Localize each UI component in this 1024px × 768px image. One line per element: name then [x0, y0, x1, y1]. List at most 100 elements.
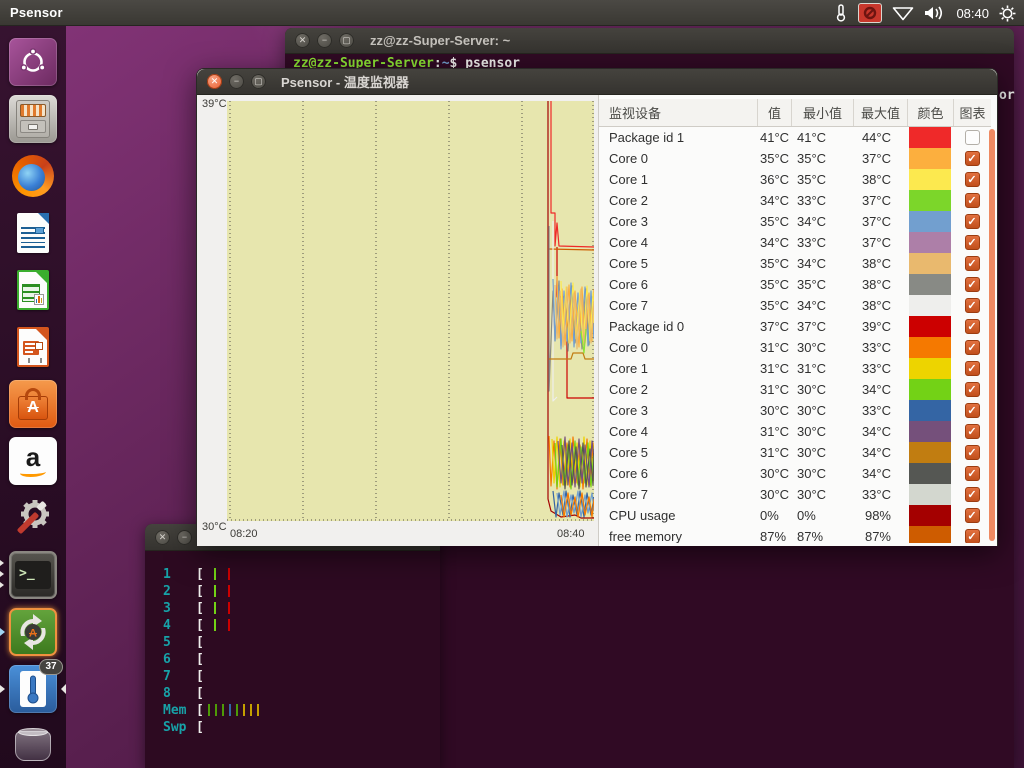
psensor-titlebar[interactable]: ✕ − ▢ Psensor - 温度监视器 [197, 69, 997, 95]
graph-checkbox[interactable] [965, 508, 980, 523]
sensor-row[interactable]: Core 131°C31°C33°C [599, 358, 991, 379]
table-scrollbar[interactable] [989, 129, 995, 541]
sensor-row[interactable]: Core 234°C33°C37°C [599, 190, 991, 211]
sensor-color-cell[interactable] [907, 337, 953, 358]
graph-checkbox[interactable] [965, 277, 980, 292]
sensor-row[interactable]: CPU usage0%0%98% [599, 505, 991, 526]
amazon-launcher-item[interactable]: a [9, 437, 57, 485]
network-icon[interactable] [892, 6, 914, 21]
close-icon[interactable]: ✕ [207, 74, 222, 89]
sensor-color-cell[interactable] [907, 442, 953, 463]
graph-checkbox[interactable] [965, 424, 980, 439]
graph-cell [953, 361, 991, 376]
close-icon[interactable]: ✕ [295, 33, 310, 48]
libreoffice-calc-launcher-item[interactable] [9, 266, 57, 314]
clock[interactable]: 08:40 [956, 6, 989, 21]
files-launcher-item[interactable] [9, 95, 57, 143]
sensor-row[interactable]: Core 431°C30°C34°C [599, 421, 991, 442]
col-header-graph[interactable]: 图表 [953, 99, 991, 126]
sensor-color-cell[interactable] [907, 274, 953, 295]
graph-checkbox[interactable] [965, 214, 980, 229]
sensor-color-cell[interactable] [907, 463, 953, 484]
ubuntu-software-launcher-item[interactable]: A [9, 380, 57, 428]
graph-checkbox[interactable] [965, 319, 980, 334]
sensor-color-cell[interactable] [907, 526, 953, 543]
graph-checkbox[interactable] [965, 256, 980, 271]
sensor-row[interactable]: Package id 037°C37°C39°C [599, 316, 991, 337]
sensor-color-cell[interactable] [907, 400, 953, 421]
col-header-device[interactable]: 监视设备 [599, 99, 757, 126]
sensor-row[interactable]: Core 031°C30°C33°C [599, 337, 991, 358]
sensor-row[interactable]: free memory87%87%87% [599, 526, 991, 543]
minimize-icon[interactable]: − [177, 530, 192, 545]
psensor-window[interactable]: ✕ − ▢ Psensor - 温度监视器 39°C 30°C 08:20 08… [196, 68, 998, 546]
sensor-color-cell[interactable] [907, 505, 953, 526]
sensor-row[interactable]: Package id 141°C41°C44°C [599, 127, 991, 148]
sensor-row[interactable]: Core 231°C30°C34°C [599, 379, 991, 400]
minimize-icon[interactable]: − [229, 74, 244, 89]
sensor-row[interactable]: Core 735°C34°C38°C [599, 295, 991, 316]
graph-checkbox[interactable] [965, 361, 980, 376]
sensor-row[interactable]: Core 335°C34°C37°C [599, 211, 991, 232]
session-gear-icon[interactable] [999, 5, 1016, 22]
sensor-color-cell[interactable] [907, 484, 953, 505]
graph-checkbox[interactable] [965, 172, 980, 187]
volume-icon[interactable] [924, 5, 946, 21]
sensor-color-cell[interactable] [907, 127, 953, 148]
graph-checkbox[interactable] [965, 403, 980, 418]
col-header-max[interactable]: 最大值 [853, 99, 907, 126]
psensor-launcher-item[interactable]: 37 [9, 665, 57, 713]
trash-launcher-item[interactable] [9, 722, 57, 768]
graph-checkbox[interactable] [965, 130, 980, 145]
graph-checkbox[interactable] [965, 445, 980, 460]
terminal-titlebar[interactable]: ✕ − ▢ zz@zz-Super-Server: ~ [285, 28, 1014, 54]
htop-terminal-window[interactable]: ✕ − ▢ 1[2[3[4[5[6[7[8[Mem[Swp[ [145, 524, 440, 768]
col-header-color[interactable]: 颜色 [907, 99, 953, 126]
sensor-row[interactable]: Core 535°C34°C38°C [599, 253, 991, 274]
libreoffice-impress-launcher-item[interactable] [9, 323, 57, 371]
sensor-row[interactable]: Core 531°C30°C34°C [599, 442, 991, 463]
col-header-value[interactable]: 值 [757, 99, 791, 126]
maximize-icon[interactable]: ▢ [339, 33, 354, 48]
sensor-color-cell[interactable] [907, 190, 953, 211]
screen-recorder-icon[interactable] [858, 3, 882, 23]
graph-checkbox[interactable] [965, 298, 980, 313]
sensor-color-cell[interactable] [907, 421, 953, 442]
col-header-min[interactable]: 最小值 [791, 99, 853, 126]
dash-home-button[interactable] [9, 38, 57, 86]
close-icon[interactable]: ✕ [155, 530, 170, 545]
graph-checkbox[interactable] [965, 151, 980, 166]
graph-checkbox[interactable] [965, 382, 980, 397]
sensor-color-cell[interactable] [907, 211, 953, 232]
system-settings-launcher-item[interactable] [9, 494, 57, 542]
sensor-color-cell[interactable] [907, 316, 953, 337]
sensor-color-cell[interactable] [907, 148, 953, 169]
sensor-row[interactable]: Core 635°C35°C38°C [599, 274, 991, 295]
graph-checkbox[interactable] [965, 487, 980, 502]
graph-checkbox[interactable] [965, 235, 980, 250]
graph-checkbox[interactable] [965, 193, 980, 208]
sensor-color-cell[interactable] [907, 379, 953, 400]
sensor-row[interactable]: Core 730°C30°C33°C [599, 484, 991, 505]
sensor-row[interactable]: Core 434°C33°C37°C [599, 232, 991, 253]
graph-checkbox[interactable] [965, 340, 980, 355]
graph-checkbox[interactable] [965, 529, 980, 543]
sensor-row[interactable]: Core 630°C30°C34°C [599, 463, 991, 484]
sensor-color-cell[interactable] [907, 295, 953, 316]
sensor-row[interactable]: Core 035°C35°C37°C [599, 148, 991, 169]
graph-checkbox[interactable] [965, 466, 980, 481]
firefox-launcher-item[interactable] [9, 152, 57, 200]
maximize-icon[interactable]: ▢ [251, 74, 266, 89]
libreoffice-writer-launcher-item[interactable] [9, 209, 57, 257]
sensor-color-cell[interactable] [907, 232, 953, 253]
minimize-icon[interactable]: − [317, 33, 332, 48]
software-updater-launcher-item[interactable]: A [9, 608, 57, 656]
sensor-color-cell[interactable] [907, 253, 953, 274]
active-app-name[interactable]: Psensor [10, 5, 63, 20]
sensor-color-cell[interactable] [907, 169, 953, 190]
sensor-color-cell[interactable] [907, 358, 953, 379]
sensor-row[interactable]: Core 136°C35°C38°C [599, 169, 991, 190]
terminal-launcher-item[interactable]: >_ [9, 551, 57, 599]
thermometer-icon[interactable] [834, 4, 848, 22]
sensor-row[interactable]: Core 330°C30°C33°C [599, 400, 991, 421]
